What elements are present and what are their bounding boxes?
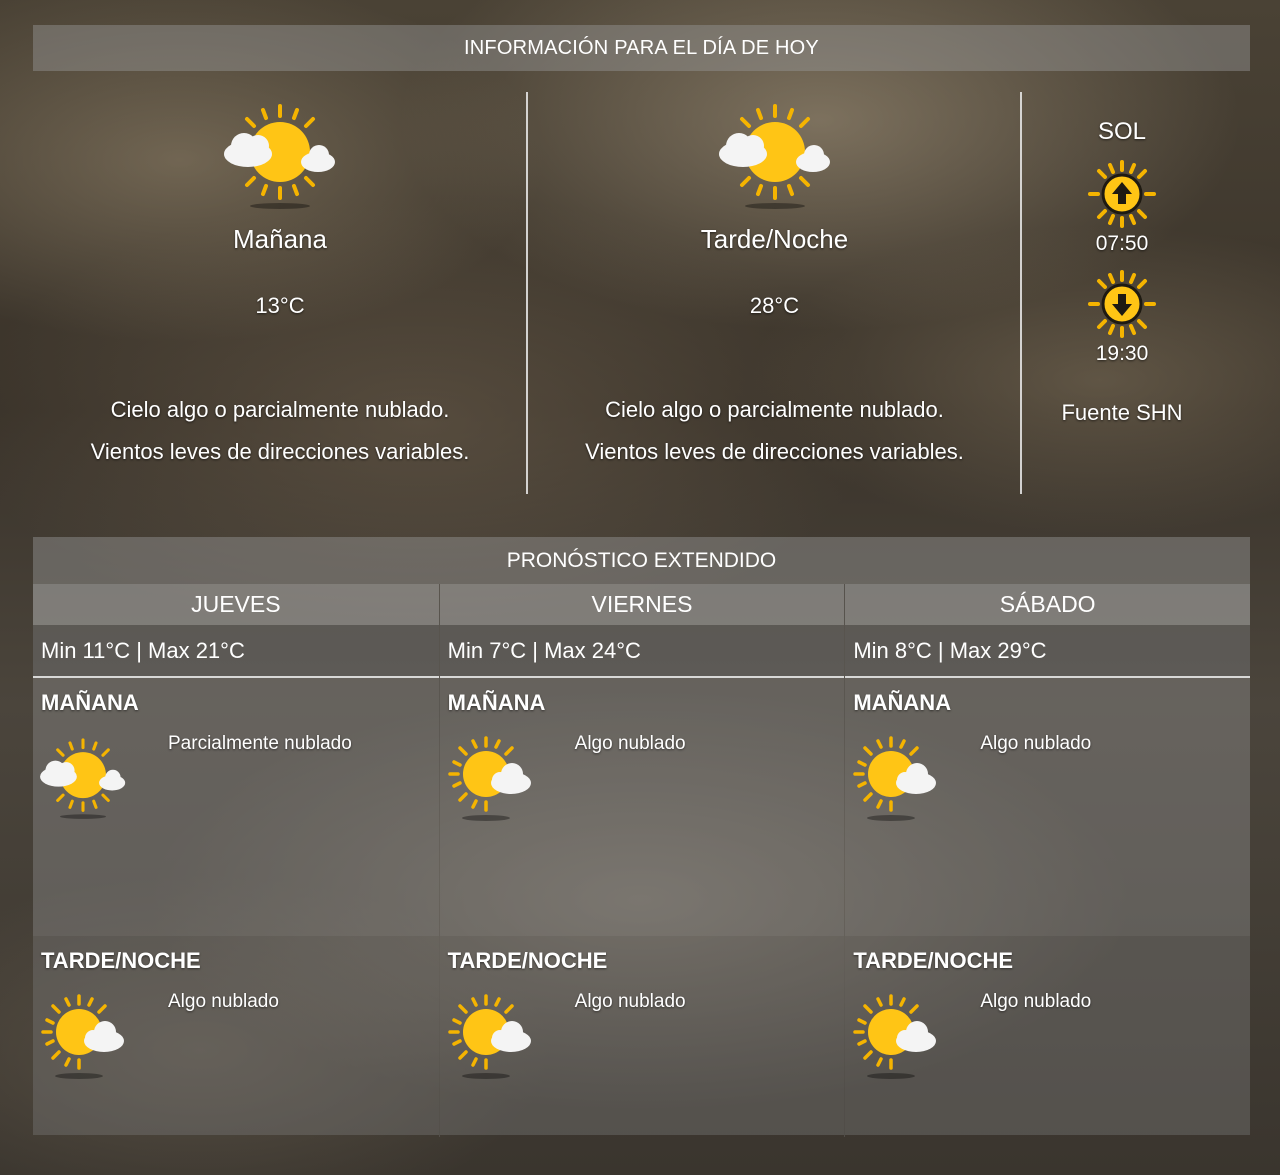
today-evening-panel: Tarde/Noche 28°C Cielo algo o parcialmen… <box>528 92 1021 494</box>
description-line: Cielo algo o parcialmente nublado. <box>605 397 944 422</box>
today-header: INFORMACIÓN PARA EL DÍA DE HOY <box>33 25 1250 71</box>
evening-block: TARDE/NOCHE Algo nublado <box>439 936 845 1135</box>
period-description: Cielo algo o parcialmente nublado. Vient… <box>585 389 964 473</box>
block-description: Algo nublado <box>574 991 686 1012</box>
day-min-max: Min 8°C | Max 29°C <box>845 625 1250 678</box>
period-description: Cielo algo o parcialmente nublado. Vient… <box>91 389 470 473</box>
extended-forecast-grid: JUEVES Min 11°C | Max 21°C MAÑANA Parcia… <box>33 584 1250 1137</box>
block-label: MAÑANA <box>41 690 139 715</box>
day-name: VIERNES <box>439 584 845 625</box>
period-temperature: 28°C <box>749 293 800 318</box>
period-title: Mañana <box>233 224 327 254</box>
extended-forecast-header: PRONÓSTICO EXTENDIDO <box>33 537 1250 584</box>
block-description: Algo nublado <box>574 733 686 754</box>
block-label: MAÑANA <box>853 690 952 715</box>
description-line: Vientos leves de direcciones variables. <box>90 439 470 464</box>
day-min-max: Min 7°C | Max 24°C <box>439 625 845 678</box>
period-temperature: 13°C <box>255 293 305 318</box>
day-name: JUEVES <box>33 584 439 625</box>
block-description: Algo nublado <box>168 991 279 1012</box>
sunrise-icon <box>1088 160 1156 228</box>
sun-panel: SOL 07:50 19:30 Fuente SHN <box>1022 92 1222 494</box>
sun-small-cloud-icon <box>849 734 941 824</box>
forecast-day-column: JUEVES Min 11°C | Max 21°C MAÑANA Parcia… <box>33 584 439 1137</box>
evening-block: TARDE/NOCHE Algo nublado <box>33 936 439 1135</box>
block-description: Algo nublado <box>980 733 1092 754</box>
day-name: SÁBADO <box>845 584 1250 625</box>
sunrise-time: 07:50 <box>1095 232 1149 255</box>
forecast-day-column: VIERNES Min 7°C | Max 24°C MAÑANA Algo n… <box>438 584 845 1137</box>
morning-block: MAÑANA Parcialmente nublado <box>33 678 439 936</box>
morning-block: MAÑANA Algo nublado <box>845 678 1250 936</box>
sunset-icon <box>1088 270 1156 338</box>
block-label: MAÑANA <box>447 690 546 715</box>
sun-small-cloud-icon <box>37 992 129 1082</box>
sunset-time: 19:30 <box>1095 342 1149 365</box>
block-description: Algo nublado <box>980 991 1092 1012</box>
block-label: TARDE/NOCHE <box>853 948 1014 973</box>
day-min-max: Min 11°C | Max 21°C <box>33 625 439 678</box>
sun-source: Fuente SHN <box>1061 400 1183 425</box>
sun-title: SOL <box>1097 118 1147 145</box>
sun-small-cloud-icon <box>849 992 941 1082</box>
sun-behind-clouds-icon <box>38 738 127 821</box>
morning-block: MAÑANA Algo nublado <box>439 678 845 936</box>
block-label: TARDE/NOCHE <box>41 948 201 973</box>
sun-behind-clouds-icon <box>715 102 835 212</box>
period-title: Tarde/Noche <box>700 224 849 254</box>
sun-small-cloud-icon <box>444 734 536 824</box>
evening-block: TARDE/NOCHE Algo nublado <box>845 936 1250 1135</box>
sun-small-cloud-icon <box>444 992 536 1082</box>
sun-behind-clouds-icon <box>220 102 340 212</box>
forecast-day-column: SÁBADO Min 8°C | Max 29°C MAÑANA Algo nu… <box>844 584 1250 1137</box>
description-line: Vientos leves de direcciones variables. <box>585 439 964 464</box>
block-label: TARDE/NOCHE <box>447 948 608 973</box>
today-morning-panel: Mañana 13°C Cielo algo o parcialmente nu… <box>33 92 527 494</box>
description-line: Cielo algo o parcialmente nublado. <box>110 397 450 422</box>
block-description: Parcialmente nublado <box>168 733 352 754</box>
